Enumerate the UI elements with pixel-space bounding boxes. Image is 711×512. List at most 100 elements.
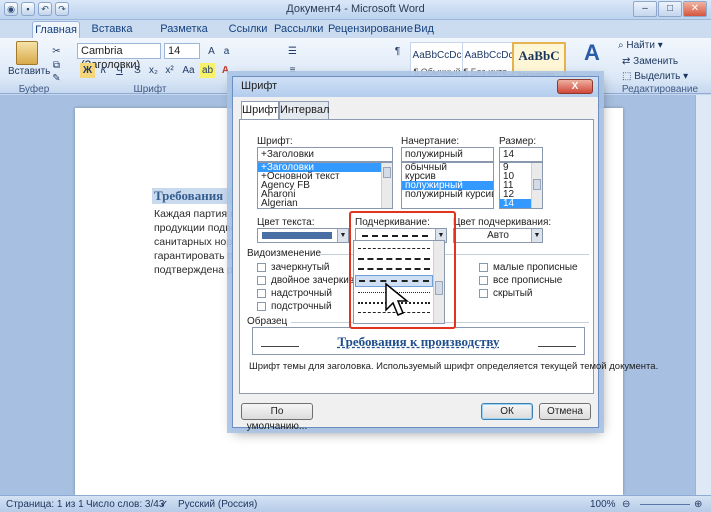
font-name-box[interactable]: Cambria (Заголовки) xyxy=(77,43,161,71)
font-label: Шрифт: xyxy=(257,136,293,147)
style-normal[interactable]: AaBbCcDc ¶ Обычный xyxy=(410,42,464,80)
preview-rule xyxy=(538,346,576,347)
font-color-icon[interactable]: A xyxy=(218,63,233,78)
color-swatch xyxy=(262,232,332,239)
preview-label: Образец xyxy=(247,316,288,327)
list-scrollbar[interactable] xyxy=(531,163,542,208)
window-title: Документ4 - Microsoft Word xyxy=(286,3,425,15)
tab-view[interactable]: Вид xyxy=(410,21,438,38)
show-marks-icon[interactable]: ¶ xyxy=(390,44,405,59)
style-no-spacing[interactable]: AaBbCcDc ¶ Без инте... xyxy=(462,42,516,80)
list-scrollbar[interactable] xyxy=(381,163,392,208)
document-line[interactable]: гарантировать по xyxy=(154,250,239,262)
style-input[interactable]: полужирный xyxy=(401,147,494,162)
cut-icon[interactable]: ✂ xyxy=(49,44,64,59)
paste-button-label[interactable]: Вставить xyxy=(8,66,50,77)
checkbox-all-caps[interactable] xyxy=(479,276,488,285)
document-line[interactable]: продукции подве xyxy=(154,222,237,234)
style-list[interactable]: обычный курсив полужирный полужирный кур… xyxy=(401,162,494,209)
zoom-level[interactable]: 100% xyxy=(590,499,616,510)
font-input[interactable]: +Заголовки xyxy=(257,147,393,162)
change-styles-icon[interactable]: A xyxy=(578,40,606,80)
checkbox-hidden[interactable] xyxy=(479,289,488,298)
select-button[interactable]: ⬚ Выделить ▾ xyxy=(622,71,688,82)
style-sample: AaBbCcDc xyxy=(412,50,462,61)
ok-button[interactable]: ОК xyxy=(481,403,533,420)
italic-button[interactable]: К xyxy=(96,63,111,78)
preview-box: Требования к производству xyxy=(252,327,585,355)
checkbox-subscript[interactable] xyxy=(257,302,266,311)
clipboard-group-label: Буфер обмена xyxy=(17,84,52,106)
size-list[interactable]: 9 10 11 12 14 xyxy=(499,162,543,209)
maximize-icon[interactable]: □ xyxy=(658,1,682,17)
superscript-icon[interactable]: x² xyxy=(162,63,177,78)
size-input[interactable]: 14 xyxy=(499,147,543,162)
document-heading[interactable]: Требования xyxy=(152,188,232,204)
tab-mailings[interactable]: Рассылки xyxy=(274,21,323,38)
style-sample: AaBbC xyxy=(518,48,560,63)
effects-label: Видоизменение xyxy=(247,248,322,259)
checkbox-label: подстрочный xyxy=(271,301,332,312)
zoom-slider[interactable] xyxy=(640,504,690,505)
status-spell-icon[interactable]: ✓ xyxy=(160,499,168,510)
status-bar: Страница: 1 из 1 Число слов: 3/43 ✓ Русс… xyxy=(0,495,711,512)
tab-spacing[interactable]: Интервал xyxy=(279,101,329,119)
bullets-icon[interactable]: ☰ xyxy=(285,44,300,59)
underline-color-combo[interactable]: Авто ▼ xyxy=(453,228,543,243)
replace-button[interactable]: ⇄ Заменить xyxy=(622,56,678,67)
document-line[interactable]: санитарных норм xyxy=(154,236,239,248)
change-case-icon[interactable]: Aa xyxy=(181,63,196,78)
find-label: Найти xyxy=(626,40,655,51)
tab-review[interactable]: Рецензирование xyxy=(328,21,413,38)
close-icon[interactable]: ✕ xyxy=(683,1,707,17)
zoom-in-icon[interactable]: ⊕ xyxy=(694,499,702,510)
text-color-combo[interactable]: ▼ xyxy=(257,228,349,243)
status-page[interactable]: Страница: 1 из 1 xyxy=(6,499,84,510)
subscript-icon[interactable]: x₂ xyxy=(146,63,161,78)
dialog-close-button[interactable]: X xyxy=(557,79,593,94)
highlight-icon[interactable]: ab xyxy=(200,63,215,78)
checkbox-double-strikethrough[interactable] xyxy=(257,276,266,285)
text-color-label: Цвет текста: xyxy=(257,217,315,228)
grow-font-icon[interactable]: A xyxy=(204,44,219,59)
preview-text: Требования к производству xyxy=(337,334,500,349)
status-words[interactable]: Число слов: 3/43 xyxy=(86,499,164,510)
underline-color-label: Цвет подчеркивания: xyxy=(453,217,552,228)
list-item[interactable]: Algerian xyxy=(258,199,392,209)
shrink-font-icon[interactable]: a xyxy=(219,44,234,59)
strikethrough-icon[interactable]: S xyxy=(130,63,145,78)
select-label: Выделить xyxy=(634,71,681,82)
scroll-thumb[interactable] xyxy=(383,167,391,178)
checkbox-superscript[interactable] xyxy=(257,289,266,298)
tab-insert[interactable]: Вставка xyxy=(88,21,136,38)
size-label: Размер: xyxy=(499,136,537,147)
chevron-down-icon[interactable]: ▼ xyxy=(337,229,348,242)
bold-button[interactable]: Ж xyxy=(80,63,95,78)
scroll-thumb[interactable] xyxy=(533,179,541,190)
font-list[interactable]: +Заголовки +Основной текст Agency FB Aha… xyxy=(257,162,393,209)
underline-button[interactable]: Ч xyxy=(112,63,127,78)
document-line[interactable]: Каждая партия вы xyxy=(154,208,243,220)
style-heading[interactable]: AaBbC Заголово... xyxy=(512,42,566,80)
paste-icon[interactable] xyxy=(16,41,38,65)
checkbox-small-caps[interactable] xyxy=(479,263,488,272)
status-language[interactable]: Русский (Россия) xyxy=(178,499,257,510)
checkbox-label: скрытый xyxy=(493,288,533,299)
font-size-box[interactable]: 14 xyxy=(164,43,200,59)
find-button[interactable]: ⌕ Найти ▾ xyxy=(618,40,663,51)
minimize-icon[interactable]: – xyxy=(633,1,657,17)
cancel-button[interactable]: Отмена xyxy=(539,403,591,420)
chevron-down-icon[interactable]: ▼ xyxy=(531,229,542,242)
checkbox-strikethrough[interactable] xyxy=(257,263,266,272)
tab-references[interactable]: Ссылки xyxy=(226,21,270,38)
tab-home[interactable]: Главная xyxy=(32,21,80,38)
font-description: Шрифт темы для заголовка. Используемый ш… xyxy=(249,361,659,372)
zoom-out-icon[interactable]: ⊖ xyxy=(622,499,630,510)
document-line[interactable]: подтверждена ро xyxy=(154,264,239,276)
mouse-pointer-icon xyxy=(385,282,410,316)
vertical-scrollbar[interactable] xyxy=(695,95,711,495)
tab-page-layout[interactable]: Разметка страницы xyxy=(140,21,228,51)
list-item[interactable]: полужирный курсив xyxy=(402,190,493,200)
tab-font[interactable]: Шрифт xyxy=(241,101,279,120)
set-default-button[interactable]: По умолчанию... xyxy=(241,403,313,432)
